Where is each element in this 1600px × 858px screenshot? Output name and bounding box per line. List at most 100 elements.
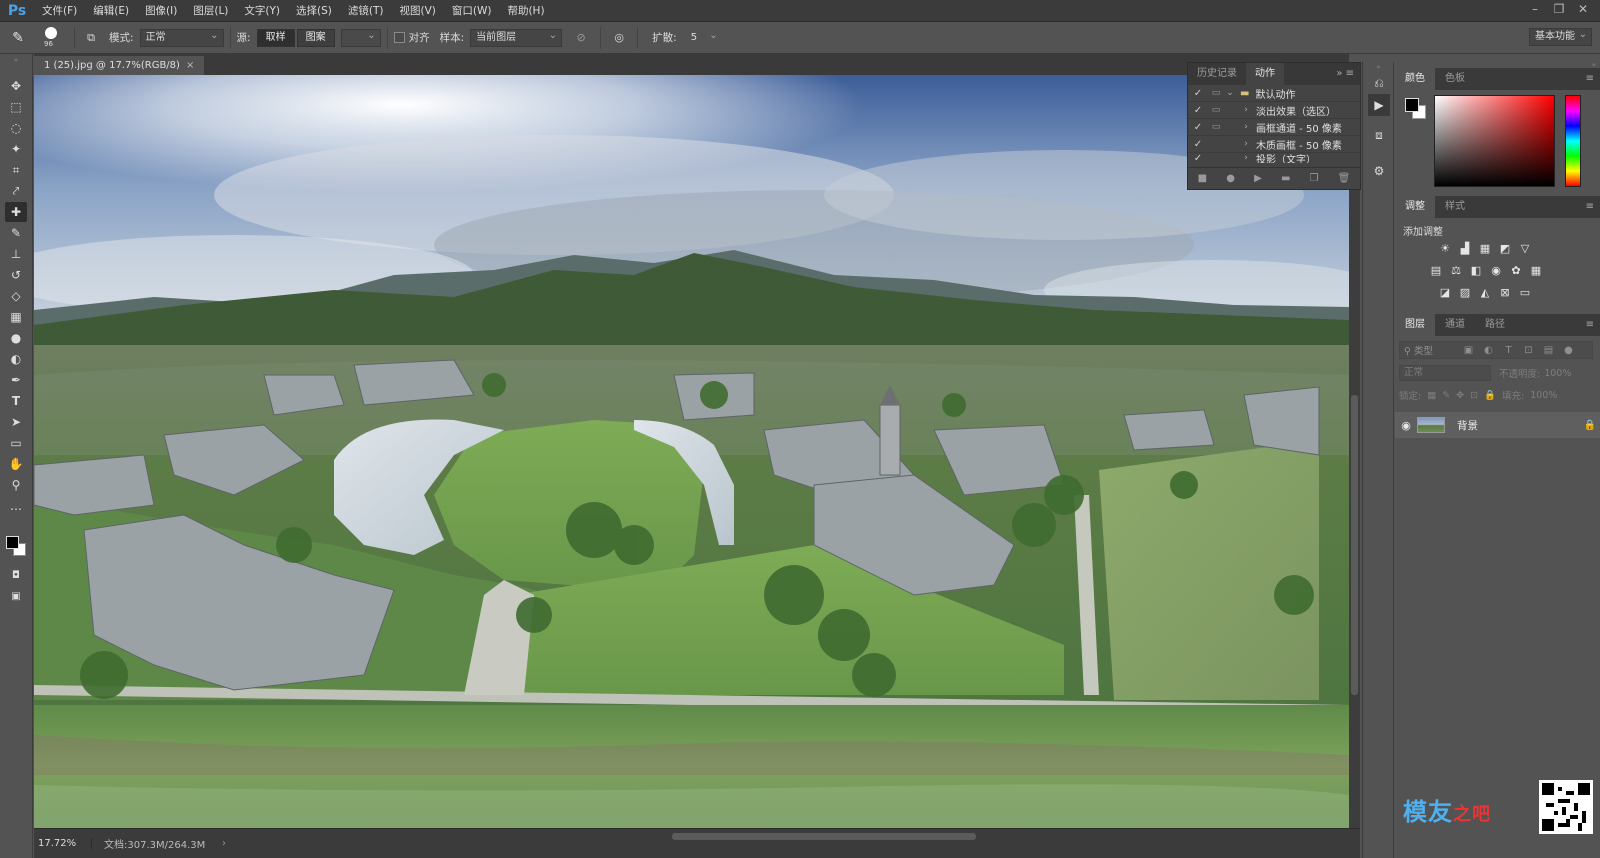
sample-select[interactable]: 当前图层 — [470, 28, 563, 47]
lasso-tool-icon[interactable]: ◌ — [5, 118, 27, 138]
type-filter-icon[interactable]: T — [1502, 345, 1515, 356]
collapse-toolbar-icon[interactable]: » — [5, 56, 27, 64]
pen-tool-icon[interactable]: ✒ — [5, 370, 27, 390]
blur-tool-icon[interactable]: ● — [5, 328, 27, 348]
clone-source-icon[interactable]: ⧈ — [1368, 124, 1390, 146]
expand-icon[interactable]: › — [1240, 153, 1252, 163]
saturation-brightness-field[interactable] — [1434, 95, 1555, 187]
lock-all-icon[interactable]: 🔒 — [1484, 390, 1496, 401]
clone-source-panel-icon[interactable]: ⧉ — [81, 31, 101, 45]
marquee-tool-icon[interactable]: ⬚ — [5, 97, 27, 117]
opacity-value[interactable]: 100% — [1544, 368, 1571, 379]
zoom-tool-icon[interactable]: ⚲ — [5, 475, 27, 495]
action-row[interactable]: ✓ ▭ › 画框通道 - 50 像素 — [1188, 119, 1360, 136]
magic-wand-tool-icon[interactable]: ✦ — [5, 139, 27, 159]
menu-select[interactable]: 选择(S) — [288, 0, 340, 22]
dialog-toggle-icon[interactable]: ▭ — [1208, 122, 1224, 132]
type-tool-icon[interactable]: T — [5, 391, 27, 411]
toggle-check-icon[interactable]: ✓ — [1188, 139, 1208, 150]
source-sampled-button[interactable]: 取样 — [256, 28, 295, 47]
panel-menu-icon[interactable]: ≡ — [1586, 314, 1594, 336]
shape-filter-icon[interactable]: ⊡ — [1522, 345, 1535, 356]
posterize-icon[interactable]: ▨ — [1458, 286, 1472, 300]
exposure-icon[interactable]: ◩ — [1498, 242, 1512, 256]
pattern-picker[interactable] — [340, 28, 381, 47]
eraser-tool-icon[interactable]: ◇ — [5, 286, 27, 306]
record-icon[interactable]: ● — [1226, 173, 1235, 184]
tab-color[interactable]: 颜色 — [1395, 68, 1435, 90]
expand-icon[interactable]: ⌄ — [1224, 88, 1236, 98]
pressure-size-icon[interactable]: ◎ — [607, 31, 631, 44]
horizontal-scroll-thumb[interactable] — [672, 833, 976, 840]
source-pattern-button[interactable]: 图案 — [296, 28, 335, 47]
expand-icon[interactable]: › — [1240, 139, 1252, 149]
color-balance-icon[interactable]: ⚖ — [1449, 264, 1463, 278]
brush-size-picker[interactable]: 96 — [36, 23, 68, 53]
stop-icon[interactable]: ■ — [1198, 173, 1207, 184]
dodge-tool-icon[interactable]: ◐ — [5, 349, 27, 369]
rectangle-tool-icon[interactable]: ▭ — [5, 433, 27, 453]
panel-menu-icon[interactable]: ≡ — [1586, 68, 1594, 90]
eyedropper-tool-icon[interactable]: ⤤ — [5, 181, 27, 201]
panel-menu-icon[interactable]: ≡ — [1586, 196, 1594, 218]
document-size[interactable]: 文档:307.3M/264.3M — [92, 836, 222, 851]
menu-help[interactable]: 帮助(H) — [499, 0, 552, 22]
curves-icon[interactable]: ▦ — [1478, 242, 1492, 256]
toggle-check-icon[interactable]: ✓ — [1188, 153, 1208, 163]
properties-icon[interactable]: ⚙ — [1368, 160, 1390, 182]
actions-panel-icon[interactable]: ▶ — [1368, 94, 1390, 116]
toggle-check-icon[interactable]: ✓ — [1188, 88, 1208, 99]
lock-artboard-icon[interactable]: ⊡ — [1470, 390, 1478, 401]
clone-stamp-tool-icon[interactable]: ⊥ — [5, 244, 27, 264]
levels-icon[interactable]: ▟ — [1458, 242, 1472, 256]
menu-filter[interactable]: 滤镜(T) — [340, 0, 392, 22]
menu-file[interactable]: 文件(F) — [34, 0, 85, 22]
toggle-check-icon[interactable]: ✓ — [1188, 122, 1208, 133]
visibility-eye-icon[interactable]: ◉ — [1395, 419, 1417, 432]
hue-slider[interactable] — [1565, 95, 1581, 187]
dialog-toggle-icon[interactable]: ▭ — [1208, 105, 1224, 115]
channel-mixer-icon[interactable]: ✿ — [1509, 264, 1523, 278]
black-white-icon[interactable]: ◧ — [1469, 264, 1483, 278]
color-lookup-icon[interactable]: ▦ — [1529, 264, 1543, 278]
toggle-check-icon[interactable]: ✓ — [1188, 105, 1208, 116]
action-row[interactable]: ✓ › 木质画框 - 50 像素 — [1188, 136, 1360, 153]
hand-tool-icon[interactable]: ✋ — [5, 454, 27, 474]
screen-mode-icon[interactable]: ▣ — [5, 587, 27, 607]
path-selection-tool-icon[interactable]: ➤ — [5, 412, 27, 432]
aligned-checkbox[interactable] — [393, 32, 405, 43]
diffusion-select[interactable]: 5 — [684, 28, 723, 47]
tab-adjustments[interactable]: 调整 — [1395, 196, 1435, 218]
lock-transparent-icon[interactable]: ▦ — [1427, 390, 1436, 401]
history-brush-tool-icon[interactable]: ↺ — [5, 265, 27, 285]
adjustment-filter-icon[interactable]: ◐ — [1482, 345, 1495, 356]
hue-saturation-icon[interactable]: ▤ — [1429, 264, 1443, 278]
tab-styles[interactable]: 样式 — [1435, 196, 1475, 218]
menu-type[interactable]: 文字(Y) — [236, 0, 288, 22]
expand-icon[interactable]: › — [1240, 122, 1252, 132]
brush-tool-icon[interactable]: ✎ — [5, 223, 27, 243]
lock-position-icon[interactable]: ✥ — [1456, 390, 1464, 401]
tab-channels[interactable]: 通道 — [1435, 314, 1475, 336]
minimize-button[interactable]: – — [1524, 0, 1546, 20]
gradient-tool-icon[interactable]: ▦ — [5, 307, 27, 327]
action-row[interactable]: ✓ ▭ › 淡出效果（选区） — [1188, 102, 1360, 119]
expand-icon[interactable]: › — [1240, 105, 1252, 115]
crop-tool-icon[interactable]: ⌗ — [5, 160, 27, 180]
panel-menu-icon[interactable]: » ≡ — [1336, 63, 1354, 85]
tab-actions[interactable]: 动作 — [1246, 63, 1284, 85]
quick-mask-icon[interactable]: ◘ — [5, 566, 27, 586]
menu-layer[interactable]: 图层(L) — [185, 0, 236, 22]
vibrance-icon[interactable]: ▽ — [1518, 242, 1532, 256]
healing-brush-tool-icon[interactable]: ✚ — [5, 202, 27, 222]
close-button[interactable]: ✕ — [1572, 0, 1594, 20]
new-set-icon[interactable]: ▬ — [1281, 173, 1290, 184]
vertical-scroll-thumb[interactable] — [1351, 395, 1358, 695]
threshold-icon[interactable]: ◭ — [1478, 286, 1492, 300]
mode-select[interactable]: 正常 — [139, 28, 224, 47]
layer-filter-type[interactable]: ⚲ 类型 — [1400, 343, 1462, 357]
history-panel-icon[interactable]: ⎌ — [1368, 72, 1390, 94]
status-menu-arrow-icon[interactable]: › — [222, 838, 240, 849]
dialog-toggle-icon[interactable]: ▭ — [1208, 88, 1224, 98]
document-canvas[interactable] — [34, 75, 1349, 828]
